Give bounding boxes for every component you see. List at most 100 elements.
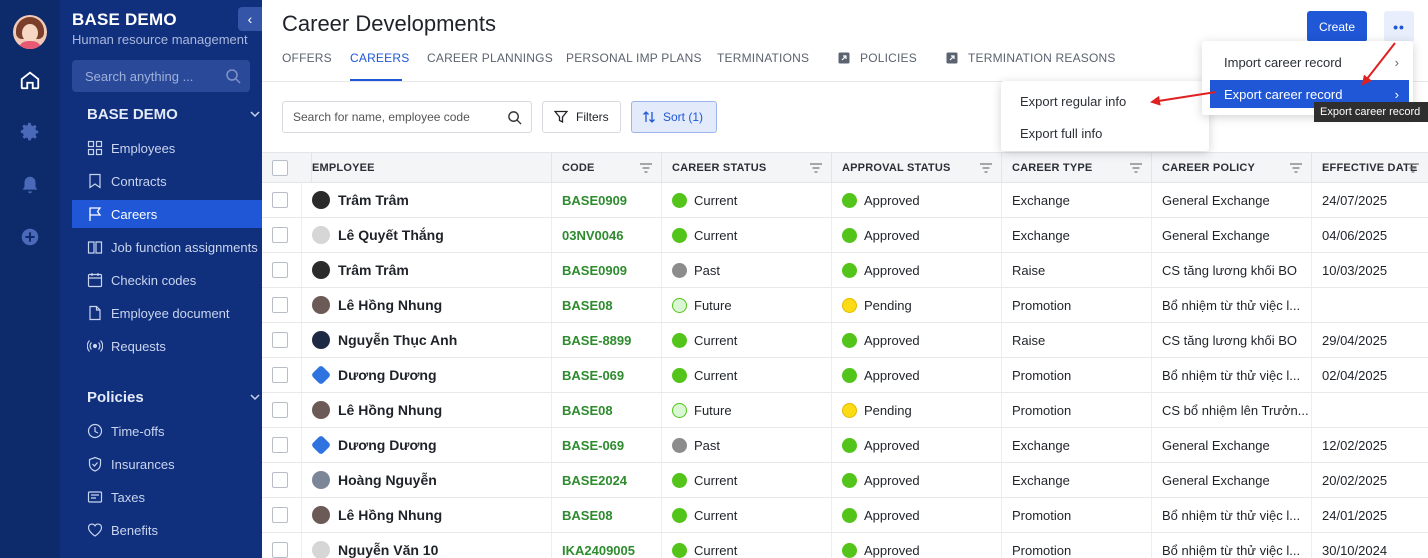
tab-career-plannings[interactable]: CAREER PLANNINGS [427,51,553,65]
global-search[interactable] [72,60,250,92]
grid-icon [87,140,103,156]
code-cell[interactable]: BASE-069 [552,428,662,462]
sidebar-item-insurances[interactable]: Insurances [72,450,262,478]
column-code[interactable]: CODE [552,153,662,183]
column-effective-date[interactable]: EFFECTIVE DATE [1312,153,1428,183]
row-checkbox[interactable] [272,542,288,558]
row-checkbox[interactable] [272,367,288,383]
sidebar-item-job-function[interactable]: Job function assignments [72,233,262,261]
home-icon[interactable] [19,69,41,91]
employee-cell[interactable]: Lê Hồng Nhung [302,498,552,532]
row-checkbox[interactable] [272,472,288,488]
tab-policies[interactable]: POLICIES [838,51,917,65]
row-checkbox[interactable] [272,507,288,523]
row-checkbox[interactable] [272,227,288,243]
sort-button[interactable]: Sort (1) [631,101,717,133]
gear-icon[interactable] [19,121,41,143]
employee-cell[interactable]: Trâm Trâm [302,253,552,287]
code-cell[interactable]: BASE-069 [552,358,662,392]
employee-cell[interactable]: Lê Hồng Nhung [302,288,552,322]
column-filter-icon[interactable] [1129,162,1143,174]
row-checkbox[interactable] [272,192,288,208]
code-cell[interactable]: BASE08 [552,498,662,532]
column-filter-icon[interactable] [979,162,993,174]
table-row[interactable]: Nguyễn Thục Anh BASE-8899 Current Approved R… [262,323,1428,358]
table-row[interactable]: Hoàng Nguyễn BASE2024 Current Approved Excha… [262,463,1428,498]
bell-icon[interactable] [19,174,41,196]
section-base-demo[interactable]: BASE DEMO [87,106,260,123]
global-search-input[interactable] [72,60,250,92]
employee-cell[interactable]: Hoàng Nguyễn [302,463,552,497]
row-checkbox[interactable] [272,332,288,348]
column-filter-icon[interactable] [1406,162,1420,174]
filters-button[interactable]: Filters [542,101,621,133]
select-all-checkbox[interactable] [272,160,288,176]
import-career-record-item[interactable]: Import career record › [1210,48,1409,76]
code-cell[interactable]: BASE0909 [552,253,662,287]
sidebar-item-requests[interactable]: Requests [72,332,262,360]
export-full-info-item[interactable]: Export full info [1001,118,1209,148]
employee-cell[interactable]: Trâm Trâm [302,183,552,217]
table-row[interactable]: Lê Hồng Nhung BASE08 Future Pending Promotio… [262,393,1428,428]
sidebar-item-taxes[interactable]: Taxes [72,483,262,511]
code-cell[interactable]: IKA2409005 [552,533,662,558]
table-search-input[interactable] [283,102,498,132]
employee-cell[interactable]: Lê Hồng Nhung [302,393,552,427]
tab-careers[interactable]: CAREERS [350,51,409,65]
sidebar-item-time-offs[interactable]: Time-offs [72,417,262,445]
row-checkbox[interactable] [272,262,288,278]
employee-avatar [310,434,332,456]
employee-cell[interactable]: Lê Quyết Thắng [302,218,552,252]
column-career-status[interactable]: CAREER STATUS [662,153,832,183]
column-filter-icon[interactable] [1289,162,1303,174]
tab-terminations[interactable]: TERMINATIONS [717,51,809,65]
create-button[interactable]: Create [1307,11,1367,42]
effective-date-cell: 29/04/2025 [1322,332,1388,348]
column-filter-icon[interactable] [809,162,823,174]
table-row[interactable]: Trâm Trâm BASE0909 Current Approved Exchange… [262,183,1428,218]
sidebar-item-employee-document[interactable]: Employee document [72,299,262,327]
export-regular-info-item[interactable]: Export regular info [1001,86,1209,116]
employee-cell[interactable]: Nguyễn Thục Anh [302,323,552,357]
code-cell[interactable]: BASE2024 [552,463,662,497]
column-employee[interactable]: EMPLOYEE [302,153,552,183]
plus-circle-icon[interactable] [19,226,41,248]
employee-cell[interactable]: Nguyễn Văn 10 [302,533,552,558]
employee-name: Nguyễn Văn 10 [338,542,439,558]
sidebar-item-employees[interactable]: Employees [72,134,262,162]
table-row[interactable]: Nguyễn Văn 10 IKA2409005 Current Approved Pr… [262,533,1428,558]
column-label: CAREER POLICY [1162,162,1256,174]
table-row[interactable]: Dương Dương BASE-069 Past Approved Exchange G… [262,428,1428,463]
sidebar-item-contracts[interactable]: Contracts [72,167,262,195]
column-career-type[interactable]: CAREER TYPE [1002,153,1152,183]
table-row[interactable]: Trâm Trâm BASE0909 Past Approved Raise CS tăn… [262,253,1428,288]
row-checkbox[interactable] [272,437,288,453]
tab-termination-reasons[interactable]: TERMINATION REASONS [946,51,1116,65]
table-row[interactable]: Lê Hồng Nhung BASE08 Future Pending Promotio… [262,288,1428,323]
column-filter-icon[interactable] [639,162,653,174]
sidebar-item-careers[interactable]: Careers [72,200,262,228]
column-approval-status[interactable]: APPROVAL STATUS [832,153,1002,183]
column-career-policy[interactable]: CAREER POLICY [1152,153,1312,183]
code-cell[interactable]: BASE08 [552,393,662,427]
code-cell[interactable]: 03NV0046 [552,218,662,252]
user-avatar[interactable] [13,15,47,49]
code-cell[interactable]: BASE-8899 [552,323,662,357]
sidebar-item-checkin-codes[interactable]: Checkin codes [72,266,262,294]
sidebar-item-benefits[interactable]: Benefits [72,516,262,544]
row-checkbox[interactable] [272,402,288,418]
tab-offers[interactable]: OFFERS [282,51,332,65]
table-row[interactable]: Lê Quyết Thắng 03NV0046 Current Approved Exc… [262,218,1428,253]
employee-cell[interactable]: Dương Dương [302,358,552,392]
section-policies[interactable]: Policies [87,389,260,406]
tab-personal-imp-plans[interactable]: PERSONAL IMP PLANS [566,51,702,65]
table-search[interactable] [282,101,532,133]
more-options-button[interactable]: •• [1384,11,1414,42]
table-row[interactable]: Dương Dương BASE-069 Current Approved Promot… [262,358,1428,393]
row-checkbox[interactable] [272,297,288,313]
employee-cell[interactable]: Dương Dương [302,428,552,462]
code-cell[interactable]: BASE08 [552,288,662,322]
collapse-sidebar-button[interactable]: ‹ [238,7,262,31]
code-cell[interactable]: BASE0909 [552,183,662,217]
table-row[interactable]: Lê Hồng Nhung BASE08 Current Approved Promot… [262,498,1428,533]
